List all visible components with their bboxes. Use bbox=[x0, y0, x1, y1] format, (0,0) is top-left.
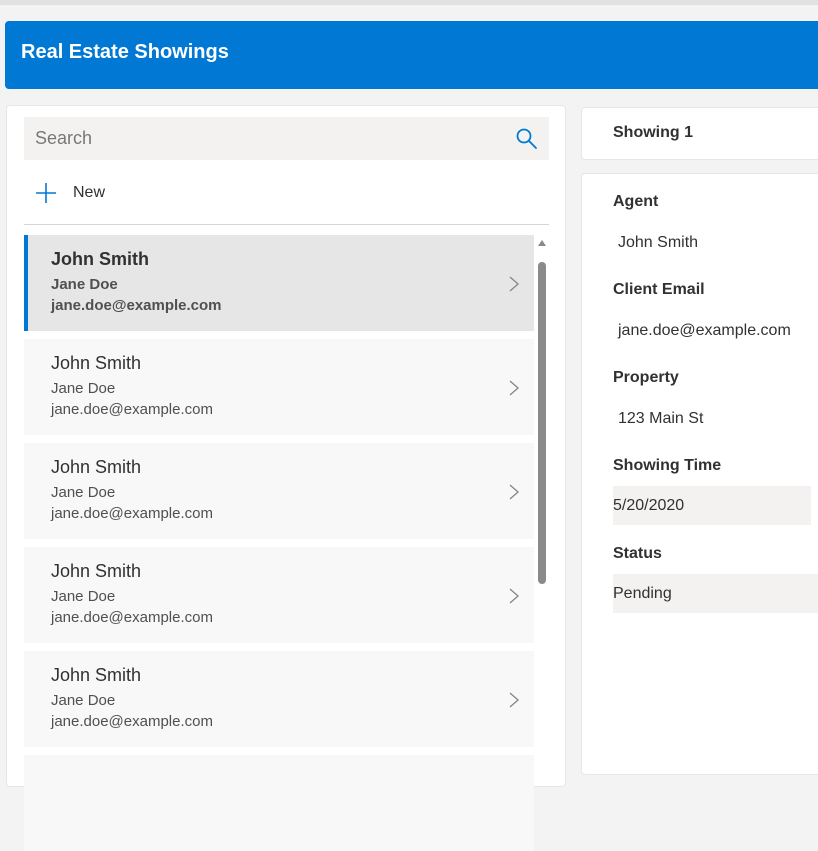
chevron-right-icon[interactable] bbox=[508, 587, 520, 605]
app-header: Real Estate Showings bbox=[5, 21, 818, 89]
status-field[interactable]: Pending bbox=[613, 574, 818, 613]
list-item[interactable]: John Smith Jane Doe jane.doe@example.com bbox=[24, 235, 534, 331]
agent-value: John Smith bbox=[618, 234, 699, 251]
list-item-client: Jane Doe bbox=[51, 276, 118, 293]
list-item[interactable] bbox=[24, 755, 534, 851]
app-title: Real Estate Showings bbox=[21, 41, 229, 63]
search-box[interactable]: Search bbox=[24, 117, 549, 160]
list-item-client: Jane Doe bbox=[51, 380, 116, 397]
detail-title: Showing 1 bbox=[613, 124, 693, 141]
chevron-right-icon[interactable] bbox=[508, 691, 520, 709]
scrollbar-thumb[interactable] bbox=[538, 262, 546, 584]
showings-list-panel: Search New John Smith Jane Doe jane.doe@… bbox=[6, 105, 566, 851]
property-label: Property bbox=[613, 369, 679, 386]
list-item-agent: John Smith bbox=[51, 249, 149, 269]
new-button-label: New bbox=[73, 184, 106, 201]
client-email-label: Client Email bbox=[613, 281, 705, 298]
list-item-email: jane.doe@example.com bbox=[51, 713, 213, 730]
list-item[interactable]: John Smith Jane Doe jane.doe@example.com bbox=[24, 443, 534, 539]
list-item-agent: John Smith bbox=[51, 353, 142, 373]
new-button[interactable]: New bbox=[35, 180, 155, 206]
list-item-client: Jane Doe bbox=[51, 588, 116, 605]
showing-time-field[interactable]: 5/20/2020 bbox=[613, 486, 811, 525]
list-item-agent: John Smith bbox=[51, 665, 142, 685]
list-item[interactable]: John Smith Jane Doe jane.doe@example.com bbox=[24, 651, 534, 747]
status-value: Pending bbox=[613, 585, 672, 602]
list-item-email: jane.doe@example.com bbox=[51, 505, 213, 522]
list-item-client: Jane Doe bbox=[51, 692, 116, 709]
client-email-value: jane.doe@example.com bbox=[618, 322, 791, 339]
list-item-agent: John Smith bbox=[51, 561, 142, 581]
scroll-up-arrow-icon[interactable] bbox=[538, 240, 546, 246]
detail-form: Agent John Smith Client Email jane.doe@e… bbox=[581, 173, 818, 775]
list-item[interactable]: John Smith Jane Doe jane.doe@example.com bbox=[24, 339, 534, 435]
list-item-agent: John Smith bbox=[51, 457, 142, 477]
chevron-right-icon[interactable] bbox=[508, 379, 520, 397]
search-icon[interactable] bbox=[515, 127, 539, 151]
list-item-email: jane.doe@example.com bbox=[51, 609, 213, 626]
showing-time-label: Showing Time bbox=[613, 457, 722, 474]
search-input[interactable]: Search bbox=[35, 128, 92, 149]
plus-icon bbox=[36, 183, 56, 203]
scrollbar[interactable] bbox=[537, 240, 547, 786]
status-label: Status bbox=[613, 545, 662, 562]
property-value: 123 Main St bbox=[618, 410, 704, 427]
list-item-email: jane.doe@example.com bbox=[51, 297, 222, 314]
list-item-client: Jane Doe bbox=[51, 484, 116, 501]
chevron-right-icon[interactable] bbox=[508, 275, 520, 293]
detail-header: Showing 1 bbox=[581, 107, 818, 160]
showing-time-value: 5/20/2020 bbox=[613, 497, 685, 514]
list-item-email: jane.doe@example.com bbox=[51, 401, 213, 418]
chevron-right-icon[interactable] bbox=[508, 483, 520, 501]
list-item[interactable]: John Smith Jane Doe jane.doe@example.com bbox=[24, 547, 534, 643]
agent-label: Agent bbox=[613, 193, 659, 210]
divider bbox=[24, 224, 549, 225]
window-top-strip bbox=[0, 0, 818, 5]
